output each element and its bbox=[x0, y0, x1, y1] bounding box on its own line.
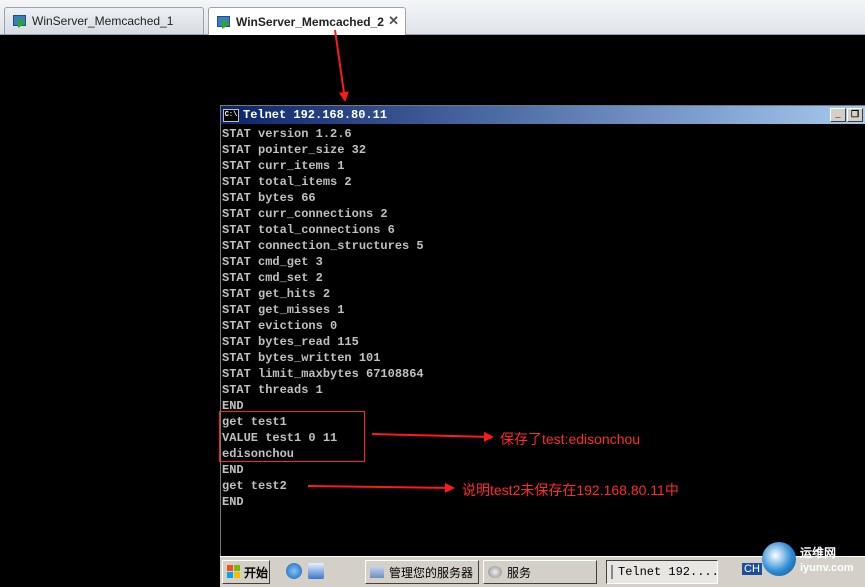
watermark-url: iyunv.com bbox=[800, 562, 854, 574]
arrow-to-not-saved-note bbox=[307, 482, 455, 493]
site-watermark: 运维网 iyunv.com bbox=[760, 540, 865, 587]
arrow-to-saved-note bbox=[371, 431, 494, 442]
watermark-globe-icon bbox=[762, 542, 796, 576]
watermark-title: 运维网 bbox=[800, 546, 837, 560]
arrow-to-tab bbox=[334, 29, 349, 102]
annotation-note-not-saved: 说明test2未保存在192.168.80.11中 bbox=[462, 482, 679, 498]
annotation-arrows bbox=[307, 29, 494, 493]
annotation-note-saved: 保存了test:edisonchou bbox=[500, 431, 641, 447]
